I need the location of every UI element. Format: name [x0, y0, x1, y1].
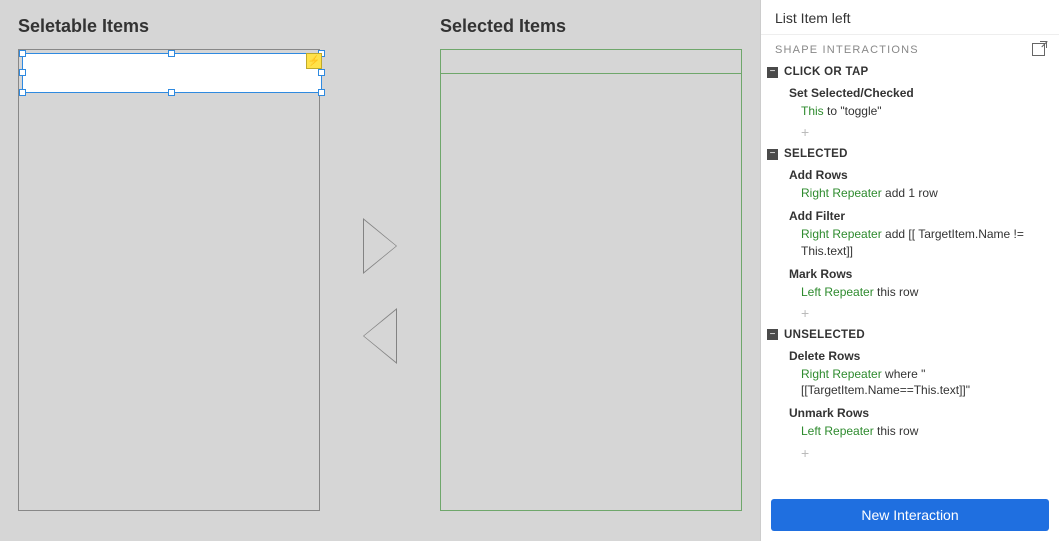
action-target: Right Repeater — [801, 186, 882, 200]
interactions-panel: List Item left SHAPE INTERACTIONS −CLICK… — [760, 0, 1059, 541]
canvas-area[interactable]: Seletable Items ⚡ Selected Items — [0, 0, 760, 541]
collapse-icon[interactable]: − — [767, 329, 778, 340]
new-interaction-button[interactable]: New Interaction — [771, 499, 1049, 531]
action-rest: to "toggle" — [824, 104, 882, 118]
action-target: Left Repeater — [801, 285, 874, 299]
selectable-list-box[interactable]: ⚡ — [18, 49, 320, 511]
action-target: Left Repeater — [801, 424, 874, 438]
event-row[interactable]: −UNSELECTED — [763, 325, 1051, 345]
collapse-icon[interactable]: − — [767, 149, 778, 160]
interaction-bolt-icon[interactable]: ⚡ — [306, 53, 322, 69]
add-action-icon[interactable]: + — [789, 304, 1051, 323]
resize-handle-ml[interactable] — [19, 69, 26, 76]
add-action-container: + — [763, 123, 1051, 144]
selectable-column: Seletable Items ⚡ — [18, 16, 320, 525]
popout-icon[interactable] — [1032, 43, 1045, 56]
action-block: Add RowsRight Repeater add 1 row — [763, 164, 1051, 205]
action-block: Mark RowsLeft Repeater this row — [763, 263, 1051, 304]
move-right-button[interactable] — [363, 218, 397, 274]
event-row[interactable]: −SELECTED — [763, 144, 1051, 164]
selected-list-first-row[interactable] — [441, 50, 741, 74]
add-action-icon[interactable]: + — [789, 123, 1051, 142]
action-rest: this row — [874, 424, 919, 438]
action-rest: this row — [874, 285, 919, 299]
action-title[interactable]: Delete Rows — [789, 345, 1051, 365]
event-row[interactable]: −CLICK OR TAP — [763, 62, 1051, 82]
action-detail[interactable]: Right Repeater add 1 row — [789, 184, 1051, 203]
action-detail[interactable]: This to "toggle" — [789, 102, 1051, 121]
add-action-container: + — [763, 444, 1051, 465]
collapse-icon[interactable]: − — [767, 67, 778, 78]
move-left-button[interactable] — [363, 308, 397, 364]
action-block: Delete RowsRight Repeater where "[[Targe… — [763, 345, 1051, 402]
action-target: This — [801, 104, 824, 118]
action-title[interactable]: Unmark Rows — [789, 402, 1051, 422]
selected-column: Selected Items — [440, 16, 742, 525]
action-title[interactable]: Add Rows — [789, 164, 1051, 184]
action-title[interactable]: Add Filter — [789, 205, 1051, 225]
resize-handle-tm[interactable] — [168, 50, 175, 57]
panel-section-header: SHAPE INTERACTIONS — [761, 35, 1059, 60]
panel-section-label: SHAPE INTERACTIONS — [775, 44, 919, 56]
transfer-arrows — [360, 16, 400, 525]
panel-title: List Item left — [761, 0, 1059, 35]
selectable-title: Seletable Items — [18, 16, 320, 37]
panel-footer: New Interaction — [761, 489, 1059, 541]
resize-handle-br[interactable] — [318, 89, 325, 96]
add-action-icon[interactable]: + — [789, 444, 1051, 463]
resize-handle-mr[interactable] — [318, 69, 325, 76]
action-detail[interactable]: Left Repeater this row — [789, 283, 1051, 302]
resize-handle-tl[interactable] — [19, 50, 26, 57]
action-block: Add FilterRight Repeater add [[ TargetIt… — [763, 205, 1051, 262]
action-rest: add 1 row — [882, 186, 938, 200]
selected-list-box[interactable] — [440, 49, 742, 511]
event-label: CLICK OR TAP — [784, 66, 869, 78]
action-detail[interactable]: Right Repeater where "[[TargetItem.Name=… — [789, 365, 1051, 400]
interactions-tree: −CLICK OR TAPSet Selected/CheckedThis to… — [761, 60, 1059, 489]
action-title[interactable]: Set Selected/Checked — [789, 82, 1051, 102]
action-block: Unmark RowsLeft Repeater this row — [763, 402, 1051, 443]
action-title[interactable]: Mark Rows — [789, 263, 1051, 283]
resize-handle-bl[interactable] — [19, 89, 26, 96]
action-detail[interactable]: Right Repeater add [[ TargetItem.Name !=… — [789, 225, 1051, 260]
event-label: SELECTED — [784, 148, 848, 160]
add-action-container: + — [763, 304, 1051, 325]
action-block: Set Selected/CheckedThis to "toggle" — [763, 82, 1051, 123]
action-target: Right Repeater — [801, 367, 882, 381]
resize-handle-bm[interactable] — [168, 89, 175, 96]
list-item-left-selected[interactable]: ⚡ — [22, 53, 322, 93]
action-target: Right Repeater — [801, 227, 882, 241]
panel-title-text: List Item left — [775, 10, 850, 26]
action-detail[interactable]: Left Repeater this row — [789, 422, 1051, 441]
selected-title: Selected Items — [440, 16, 742, 37]
event-label: UNSELECTED — [784, 329, 865, 341]
